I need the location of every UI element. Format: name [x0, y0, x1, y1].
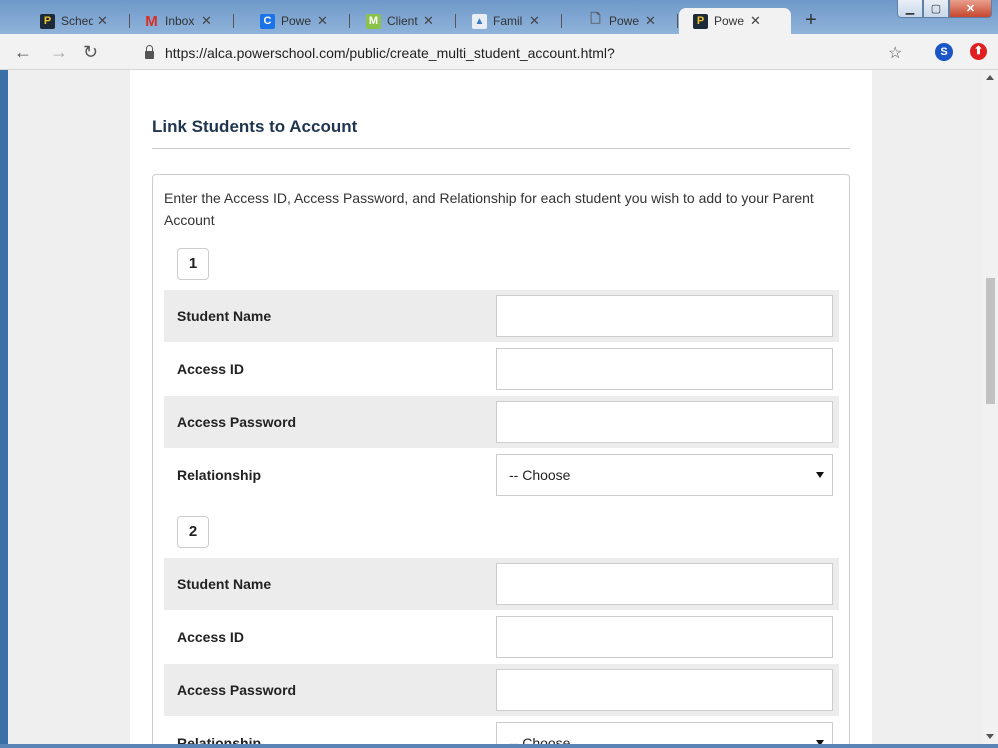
- student-1-password-row: Access Password: [164, 396, 839, 448]
- tab-close-icon[interactable]: ✕: [423, 13, 434, 29]
- student-1-name-row: Student Name: [164, 290, 839, 342]
- back-arrow-icon[interactable]: ←: [14, 42, 32, 62]
- tab-title: Famil: [493, 14, 523, 28]
- tab-title: Powe: [714, 14, 745, 28]
- powerschool-favicon-icon: P: [693, 13, 708, 29]
- scroll-up-icon[interactable]: [986, 75, 994, 80]
- tab-powerschool-doc[interactable]: 🗋 Powe ✕: [580, 8, 678, 34]
- student-2-access-id-row: Access ID: [164, 611, 839, 663]
- tab-powerschool-c[interactable]: C Powe ✕: [252, 8, 350, 34]
- student-name-label: Student Name: [177, 308, 272, 324]
- scroll-down-icon[interactable]: [986, 734, 994, 739]
- tab-title: Sched: [61, 14, 93, 28]
- student-number-badge: 2: [177, 516, 209, 548]
- powerschool-favicon-icon: P: [40, 13, 55, 29]
- tab-inbox[interactable]: M Inbox ✕: [136, 8, 234, 34]
- student-1-access-id-input[interactable]: [496, 348, 833, 390]
- relationship-selected-value: -- Choose: [509, 467, 571, 483]
- forward-arrow-icon[interactable]: →: [50, 42, 68, 62]
- student-2-name-input[interactable]: [496, 563, 833, 605]
- student-1-relationship-select[interactable]: -- Choose: [496, 454, 833, 496]
- tab-powerschool-active[interactable]: P Powe ✕: [679, 8, 791, 34]
- title-divider: [152, 148, 850, 149]
- tab-schedule[interactable]: P Sched ✕: [32, 8, 130, 34]
- access-password-label: Access Password: [177, 682, 297, 698]
- tab-client[interactable]: M Client ✕: [358, 8, 456, 34]
- student-1-access-id-row: Access ID: [164, 343, 839, 395]
- profile-avatar-icon[interactable]: S: [935, 43, 953, 61]
- student-2-password-row: Access Password: [164, 664, 839, 716]
- tab-title: Powe: [609, 14, 640, 28]
- tab-close-icon[interactable]: ✕: [645, 13, 656, 29]
- window-close-icon[interactable]: ✕: [949, 0, 992, 18]
- instructions-text: Enter the Access ID, Access Password, an…: [164, 190, 814, 228]
- student-name-label: Student Name: [177, 576, 272, 592]
- browser-titlebar: P Sched ✕ M Inbox ✕ C Powe ✕ M Client ✕ …: [0, 0, 998, 34]
- reload-icon[interactable]: ↻: [83, 42, 98, 62]
- student-1-name-input[interactable]: [496, 295, 833, 337]
- student-2-name-row: Student Name: [164, 558, 839, 610]
- maximize-icon[interactable]: ▢: [923, 0, 949, 18]
- page-scrollbar[interactable]: [983, 70, 998, 744]
- address-bar[interactable]: https://alca.powerschool.com/public/crea…: [145, 42, 880, 64]
- tab-title: Inbox: [165, 14, 195, 28]
- student-2-relationship-row: Relationship -- Choose: [164, 717, 839, 744]
- dropdown-caret-icon: [816, 472, 824, 478]
- student-1-access-password-input[interactable]: [496, 401, 833, 443]
- window-bottom-edge: [0, 744, 998, 748]
- tab-family[interactable]: ▲ Famil ✕: [464, 8, 562, 34]
- access-id-label: Access ID: [177, 629, 244, 645]
- tab-title: Client: [387, 14, 418, 28]
- scroll-thumb[interactable]: [986, 278, 995, 404]
- student-2-access-id-input[interactable]: [496, 616, 833, 658]
- page-viewport: Link Students to Account Enter the Acces…: [8, 70, 983, 744]
- link-students-panel: Enter the Access ID, Access Password, an…: [152, 174, 850, 744]
- browser-toolbar: ← → ↻ https://alca.powerschool.com/publi…: [0, 34, 998, 70]
- student-1-relationship-row: Relationship -- Choose: [164, 449, 839, 501]
- bookmark-star-icon[interactable]: ☆: [888, 43, 902, 63]
- c-favicon-icon: C: [260, 13, 275, 29]
- lock-icon: [145, 45, 154, 59]
- extension-upload-icon[interactable]: ⬆: [970, 43, 987, 60]
- access-id-label: Access ID: [177, 361, 244, 377]
- relationship-label: Relationship: [177, 467, 262, 483]
- m-favicon-icon: M: [366, 13, 381, 29]
- tab-close-icon[interactable]: ✕: [97, 13, 108, 29]
- student-2-access-password-input[interactable]: [496, 669, 833, 711]
- relationship-selected-value: -- Choose: [509, 735, 571, 744]
- minimize-icon[interactable]: ▁: [897, 0, 923, 18]
- tab-close-icon[interactable]: ✕: [750, 13, 761, 29]
- access-password-label: Access Password: [177, 414, 297, 430]
- drive-favicon-icon: ▲: [472, 13, 487, 29]
- page-content: Link Students to Account Enter the Acces…: [130, 70, 872, 744]
- student-2-relationship-select[interactable]: -- Choose: [496, 722, 833, 744]
- window-controls: ▁ ▢ ✕: [897, 0, 992, 18]
- tab-close-icon[interactable]: ✕: [201, 13, 212, 29]
- tab-title: Powe: [281, 14, 312, 28]
- tab-close-icon[interactable]: ✕: [529, 13, 540, 29]
- document-favicon-icon: 🗋: [590, 11, 601, 26]
- url-text: https://alca.powerschool.com/public/crea…: [165, 45, 615, 61]
- student-number-badge: 1: [177, 248, 209, 280]
- gmail-favicon-icon: M: [145, 12, 158, 30]
- page-title: Link Students to Account: [152, 117, 358, 136]
- tab-close-icon[interactable]: ✕: [317, 13, 328, 29]
- new-tab-button[interactable]: +: [799, 10, 823, 32]
- relationship-label: Relationship: [177, 735, 262, 744]
